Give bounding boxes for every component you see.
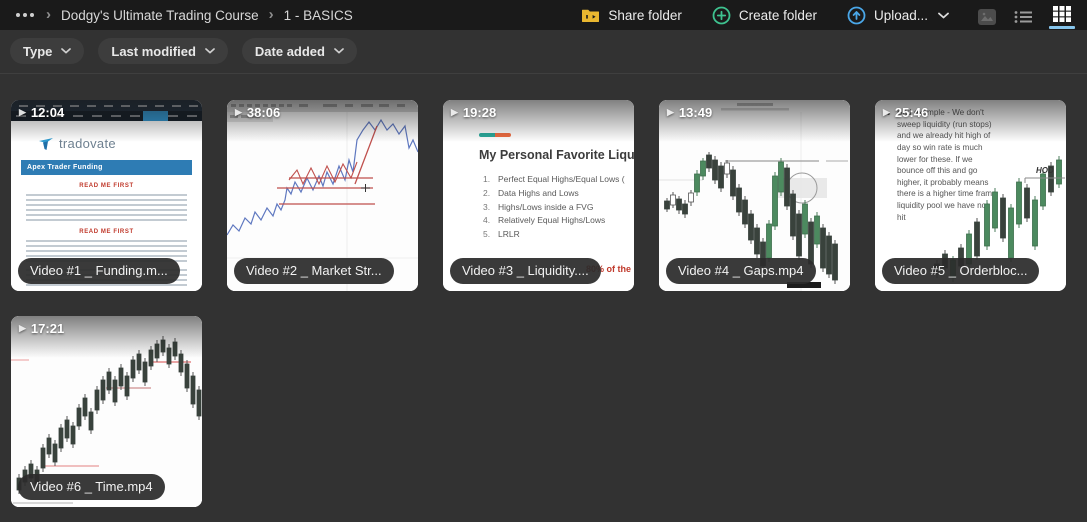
active-view-indicator bbox=[1049, 26, 1075, 29]
create-folder-icon bbox=[712, 6, 731, 25]
share-folder-button[interactable]: Share folder bbox=[581, 8, 682, 23]
list-view-icon[interactable] bbox=[1013, 5, 1033, 25]
view-switcher bbox=[977, 1, 1075, 29]
play-icon: ▶ bbox=[883, 107, 890, 118]
toolbar-actions: Share folder Create folder Upload... bbox=[581, 6, 949, 25]
file-grid: tradovate Apex Trader Funding READ ME FI… bbox=[0, 73, 1087, 507]
slide-accent-bar bbox=[479, 133, 511, 137]
video-title: Video #1 _ Funding.m... bbox=[18, 258, 180, 284]
video-card-4[interactable]: ▶ 13:49 Video #4 _ Gaps.mp4 bbox=[659, 100, 850, 291]
video-duration: ▶ 38:06 bbox=[235, 105, 280, 120]
chevron-right-icon: › bbox=[269, 7, 274, 24]
top-bar: › Dodgy's Ultimate Trading Course › 1 - … bbox=[0, 0, 1087, 30]
video-title: Video #2 _ Market Str... bbox=[234, 258, 394, 284]
upload-label: Upload... bbox=[874, 8, 928, 23]
filter-last-modified[interactable]: Last modified bbox=[98, 38, 228, 64]
breadcrumb: › Dodgy's Ultimate Trading Course › 1 - … bbox=[14, 7, 581, 24]
banner-title: Apex Trader Funding bbox=[21, 160, 192, 175]
chevron-right-icon: › bbox=[46, 7, 51, 24]
play-icon: ▶ bbox=[19, 323, 26, 334]
video-card-2[interactable]: ▶ 38:06 Video #2 _ Market Str... bbox=[227, 100, 418, 291]
video-duration: ▶ 19:28 bbox=[451, 105, 496, 120]
video-title: Video #5 _ Orderbloc... bbox=[882, 258, 1039, 284]
video-card-3[interactable]: My Personal Favorite Liquidi 1.Perfect E… bbox=[443, 100, 634, 291]
share-folder-label: Share folder bbox=[608, 8, 682, 23]
video-card-5[interactable]: • Bad example - We don't sweep liquidity… bbox=[875, 100, 1066, 291]
upload-chevron-down-icon[interactable] bbox=[938, 12, 949, 19]
play-icon: ▶ bbox=[667, 107, 674, 118]
chevron-down-icon bbox=[205, 48, 215, 54]
filter-date-added[interactable]: Date added bbox=[242, 38, 357, 64]
chevron-down-icon bbox=[334, 48, 344, 54]
breadcrumb-folder[interactable]: Dodgy's Ultimate Trading Course bbox=[61, 8, 259, 23]
grid-view-icon[interactable] bbox=[1049, 1, 1075, 29]
play-icon: ▶ bbox=[19, 107, 26, 118]
hod-label: HOD bbox=[1036, 166, 1054, 175]
breadcrumb-current: 1 - BASICS bbox=[284, 8, 353, 23]
video-card-6[interactable]: ▶ 17:21 Video #6 _ Time.mp4 bbox=[11, 316, 202, 507]
image-view-icon[interactable] bbox=[977, 4, 997, 26]
upload-button[interactable]: Upload... bbox=[847, 6, 949, 25]
filter-type[interactable]: Type bbox=[10, 38, 84, 64]
share-folder-icon bbox=[581, 8, 600, 23]
chevron-down-icon bbox=[61, 48, 71, 54]
video-duration: ▶ 17:21 bbox=[19, 321, 64, 336]
video-title: Video #3 _ Liquidity.... bbox=[450, 258, 601, 284]
tradovate-logo-icon bbox=[38, 137, 54, 151]
play-icon: ▶ bbox=[235, 107, 242, 118]
play-icon: ▶ bbox=[451, 107, 458, 118]
create-folder-label: Create folder bbox=[739, 8, 817, 23]
video-duration: ▶ 12:04 bbox=[19, 105, 64, 120]
upload-icon bbox=[847, 6, 866, 25]
more-options-icon[interactable] bbox=[14, 9, 36, 21]
filter-bar: Type Last modified Date added bbox=[0, 30, 1087, 73]
slide-heading: My Personal Favorite Liquidi bbox=[479, 148, 634, 162]
video-card-1[interactable]: tradovate Apex Trader Funding READ ME FI… bbox=[11, 100, 202, 291]
create-folder-button[interactable]: Create folder bbox=[712, 6, 817, 25]
video-duration: ▶ 13:49 bbox=[667, 105, 712, 120]
video-title: Video #4 _ Gaps.mp4 bbox=[666, 258, 816, 284]
slide-list: 1.Perfect Equal Highs/Equal Lows ( 2.Dat… bbox=[483, 173, 634, 242]
video-title: Video #6 _ Time.mp4 bbox=[18, 474, 165, 500]
video-duration: ▶ 25:46 bbox=[883, 105, 928, 120]
